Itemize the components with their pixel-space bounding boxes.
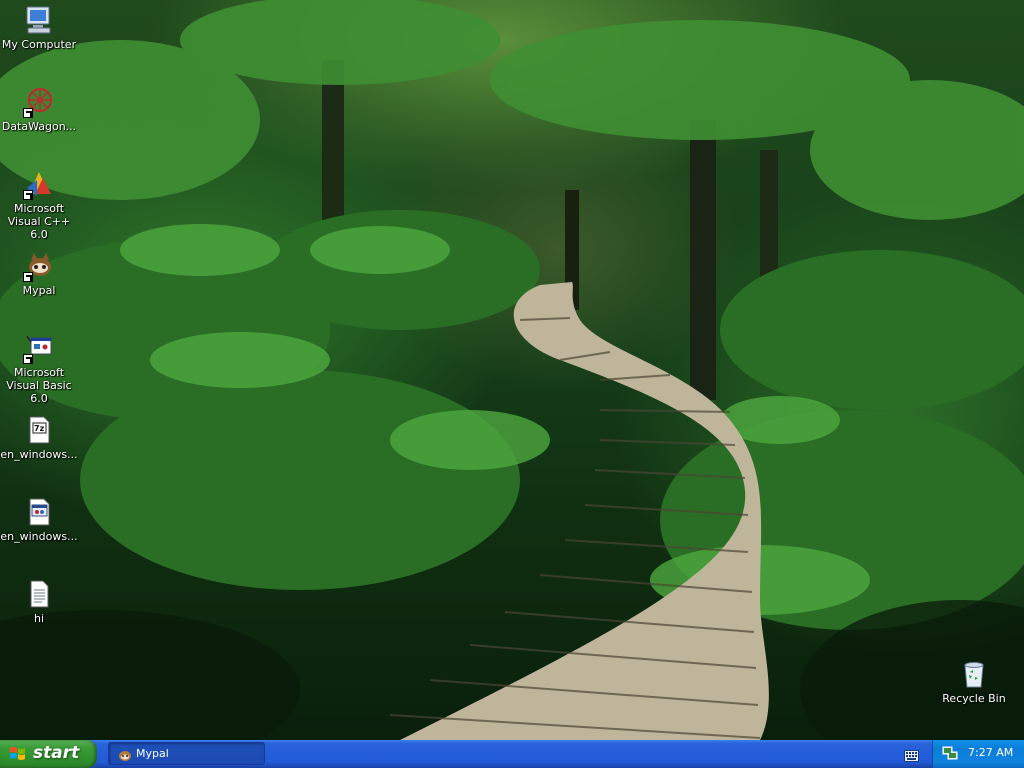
desktop-icon-recycle-bin[interactable]: Recycle Bin xyxy=(935,658,1013,705)
network-icon[interactable] xyxy=(942,746,958,761)
desktop-icon-datawagon[interactable]: DataWagon... xyxy=(0,86,78,133)
start-label: start xyxy=(33,743,80,763)
computer-icon xyxy=(23,4,55,36)
disc-image-icon xyxy=(23,496,55,528)
desktop-icon-my-computer[interactable]: My Computer xyxy=(0,4,78,51)
taskbar-item-label: Mypal xyxy=(136,747,169,760)
desktop-icon-mypal[interactable]: Mypal xyxy=(0,250,78,297)
svg-text:7z: 7z xyxy=(34,424,45,433)
mypal-icon xyxy=(23,250,55,282)
desktop-icon-label: hi xyxy=(33,612,45,625)
desktop-icon-label: Microsoft Visual Basic 6.0 xyxy=(6,366,72,405)
desktop-icon-en-windows-7z[interactable]: 7z en_windows... xyxy=(0,414,78,461)
desktop-icon-label: DataWagon... xyxy=(1,120,77,133)
taskbar-item-mypal[interactable]: Mypal xyxy=(108,742,265,765)
desktop-icon-hi[interactable]: hi xyxy=(0,578,78,625)
datawagon-icon xyxy=(23,86,55,118)
shortcut-arrow-icon xyxy=(23,108,33,118)
mypal-icon xyxy=(118,747,132,761)
start-button[interactable]: start xyxy=(0,740,97,768)
desktop-icon-label: en_windows... xyxy=(0,448,78,461)
keyboard-icon[interactable] xyxy=(904,747,919,762)
7z-archive-icon: 7z xyxy=(23,414,55,446)
desktop-icon-visual-cpp[interactable]: Microsoft Visual C++ 6.0 xyxy=(0,168,78,241)
windows-flag-icon xyxy=(9,746,26,762)
text-file-icon xyxy=(23,578,55,610)
shortcut-arrow-icon xyxy=(23,190,33,200)
taskbar: start Mypal 7:27 AM xyxy=(0,740,1024,768)
wallpaper-art xyxy=(0,0,1024,740)
visual-basic-icon xyxy=(23,332,55,364)
shortcut-arrow-icon xyxy=(23,354,33,364)
shortcut-arrow-icon xyxy=(23,272,33,282)
recycle-bin-icon xyxy=(958,658,990,690)
desktop-icon-label: Mypal xyxy=(22,284,56,297)
desktop-icon-en-windows-iso[interactable]: en_windows... xyxy=(0,496,78,543)
system-tray: 7:27 AM xyxy=(932,740,1024,768)
desktop-icon-label: Microsoft Visual C++ 6.0 xyxy=(7,202,71,241)
desktop-icon-label: Recycle Bin xyxy=(942,692,1006,705)
desktop-wallpaper xyxy=(0,0,1024,740)
desktop-icon-label: en_windows... xyxy=(0,530,78,543)
visual-cpp-icon xyxy=(23,168,55,200)
desktop-icon-visual-basic[interactable]: Microsoft Visual Basic 6.0 xyxy=(0,332,78,405)
desktop-icon-label: My Computer xyxy=(1,38,77,51)
tray-clock[interactable]: 7:27 AM xyxy=(968,746,1013,759)
